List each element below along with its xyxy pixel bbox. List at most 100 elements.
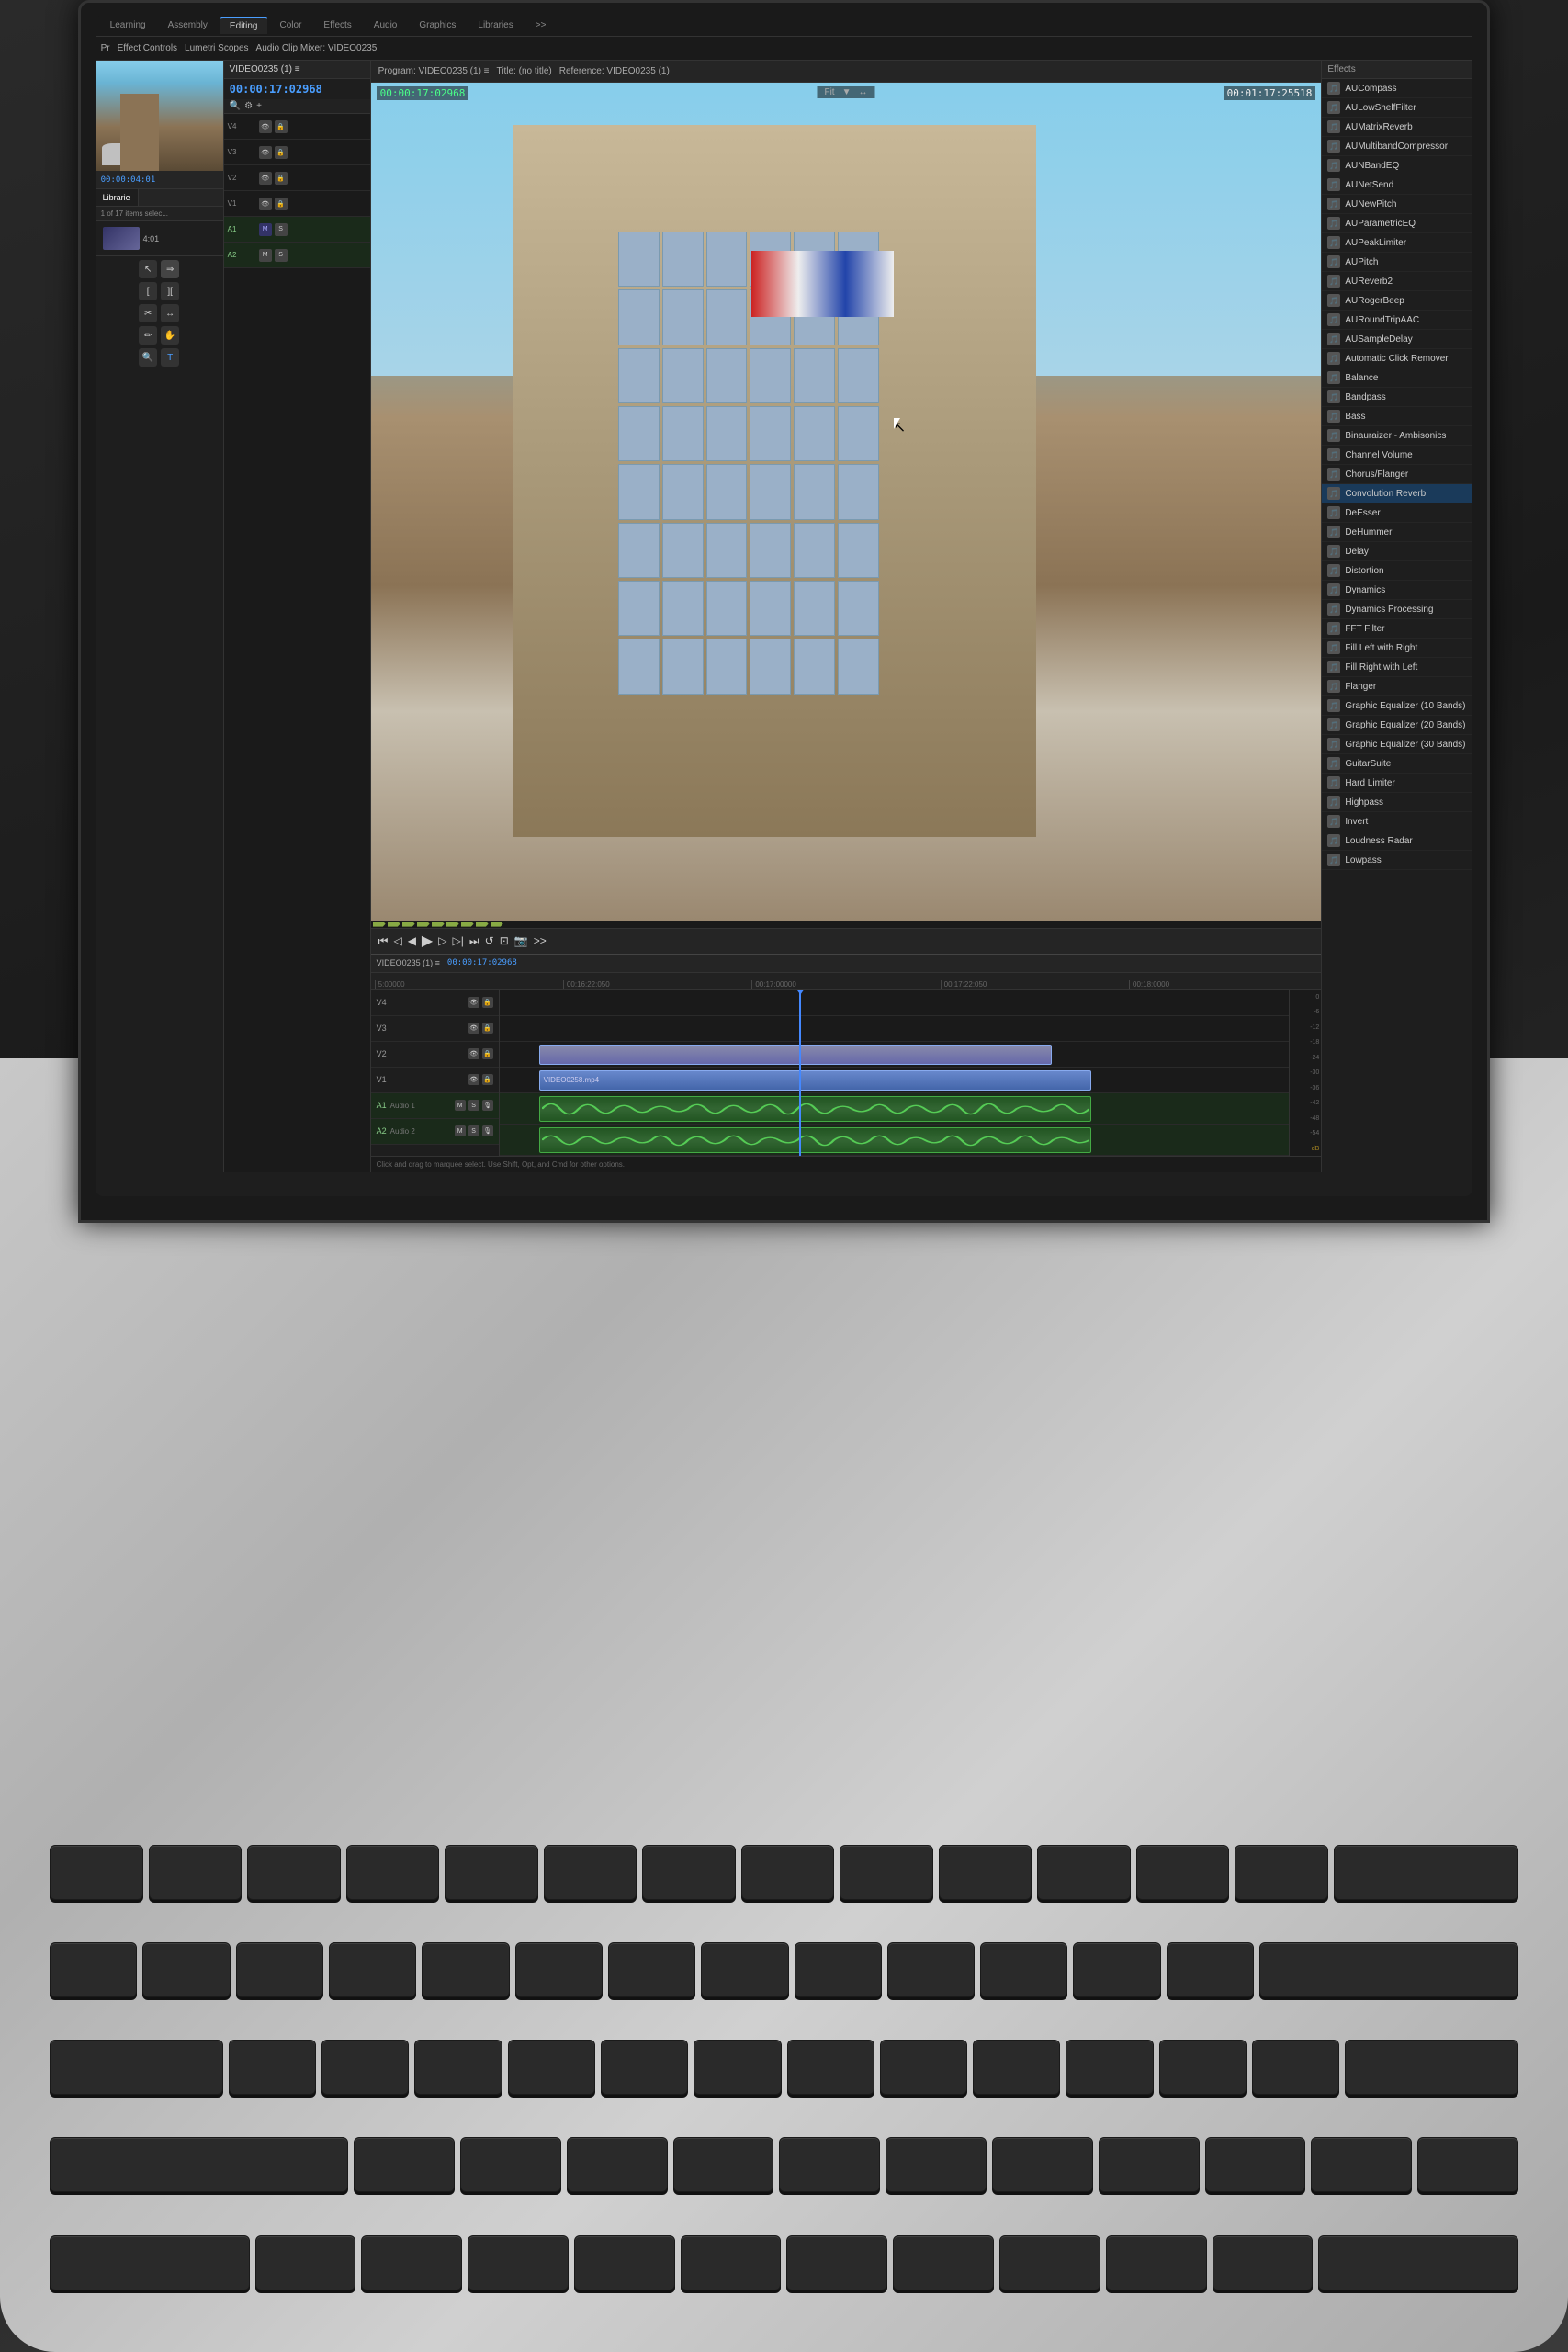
tab-audio[interactable]: Audio: [365, 17, 407, 33]
key-8[interactable]: [795, 1942, 882, 1997]
key-k[interactable]: [1099, 2137, 1200, 2192]
tab-libraries[interactable]: Libraries: [468, 17, 522, 33]
effect-aureverb2[interactable]: 🎵 AUReverb2: [1322, 272, 1472, 291]
key-backspace[interactable]: [1259, 1942, 1518, 1997]
tl-a2-s[interactable]: S: [468, 1125, 479, 1136]
ctrl-step-fwd[interactable]: ▷|: [452, 934, 463, 947]
effect-aulowshelf[interactable]: 🎵 AULowShelfFilter: [1322, 98, 1472, 118]
effect-distortion[interactable]: 🎵 Distortion: [1322, 561, 1472, 581]
v4-lock[interactable]: 🔒: [275, 120, 288, 133]
tab-assembly[interactable]: Assembly: [159, 17, 217, 33]
tab-effects[interactable]: Effects: [314, 17, 360, 33]
key-0[interactable]: [980, 1942, 1067, 1997]
effect-auroundtrip[interactable]: 🎵 AURoundTripAAC: [1322, 311, 1472, 330]
effect-controls-tab[interactable]: Effect Controls: [118, 43, 177, 53]
effect-dynproc[interactable]: 🎵 Dynamics Processing: [1322, 600, 1472, 619]
key-1[interactable]: [142, 1942, 230, 1997]
key-power[interactable]: [1334, 1845, 1518, 1900]
v2-eye[interactable]: 👁: [259, 172, 272, 185]
key-a[interactable]: [354, 2137, 455, 2192]
ctrl-play[interactable]: ▶: [422, 932, 433, 950]
v1-lock[interactable]: 🔒: [275, 198, 288, 210]
ripple-edit-tool[interactable]: [: [139, 282, 157, 300]
v3-eye[interactable]: 👁: [259, 146, 272, 159]
key-comma[interactable]: [999, 2235, 1100, 2290]
key-semicolon[interactable]: [1311, 2137, 1412, 2192]
key-s[interactable]: [460, 2137, 561, 2192]
effect-deesser[interactable]: 🎵 DeEsser: [1322, 503, 1472, 523]
effect-ausampledelay[interactable]: 🎵 AUSampleDelay: [1322, 330, 1472, 349]
media-browser-tab[interactable]: Librarie: [96, 189, 139, 206]
slip-tool[interactable]: ↔: [161, 304, 179, 322]
key-f1[interactable]: [149, 1845, 243, 1900]
tl-v2-lock[interactable]: 🔒: [482, 1048, 493, 1059]
v2-lock[interactable]: 🔒: [275, 172, 288, 185]
key-n[interactable]: [786, 2235, 887, 2290]
key-p[interactable]: [1066, 2040, 1153, 2095]
text-tool[interactable]: T: [161, 348, 179, 367]
effect-fillright[interactable]: 🎵 Fill Right with Left: [1322, 658, 1472, 677]
key-x[interactable]: [361, 2235, 462, 2290]
tl-v1-eye[interactable]: 👁: [468, 1074, 479, 1085]
key-z[interactable]: [255, 2235, 356, 2290]
effect-geq20[interactable]: 🎵 Graphic Equalizer (20 Bands): [1322, 716, 1472, 735]
media-item-1[interactable]: 4:01: [99, 225, 220, 252]
ctrl-step-back[interactable]: ◁: [393, 934, 401, 947]
tl-a1-m[interactable]: M: [455, 1100, 466, 1111]
effect-bass[interactable]: 🎵 Bass: [1322, 407, 1472, 426]
key-o[interactable]: [973, 2040, 1060, 2095]
key-c[interactable]: [468, 2235, 569, 2290]
effect-aunetsend[interactable]: 🎵 AUNetSend: [1322, 175, 1472, 195]
ctrl-safe-margins[interactable]: ⊡: [500, 934, 509, 947]
track-select-tool[interactable]: ⇒: [161, 260, 179, 278]
a2-m[interactable]: M: [259, 249, 272, 262]
key-slash[interactable]: [1213, 2235, 1314, 2290]
key-f[interactable]: [673, 2137, 774, 2192]
key-v[interactable]: [574, 2235, 675, 2290]
key-y[interactable]: [694, 2040, 781, 2095]
v2-clip[interactable]: [539, 1045, 1053, 1065]
effect-binaural[interactable]: 🎵 Binauraizer - Ambisonics: [1322, 426, 1472, 446]
key-u[interactable]: [787, 2040, 874, 2095]
key-return[interactable]: [1345, 2040, 1518, 2095]
key-h[interactable]: [886, 2137, 987, 2192]
timeline-timecode[interactable]: 00:00:17:02968: [447, 958, 517, 967]
key-5[interactable]: [515, 1942, 603, 1997]
tl-a1-s[interactable]: S: [468, 1100, 479, 1111]
key-f2[interactable]: [247, 1845, 341, 1900]
effect-aupitch[interactable]: 🎵 AUPitch: [1322, 253, 1472, 272]
effect-aupeaklimiter[interactable]: 🎵 AUPeakLimiter: [1322, 233, 1472, 253]
key-shift-left[interactable]: [50, 2235, 250, 2290]
key-f3[interactable]: [346, 1845, 440, 1900]
key-f9[interactable]: [939, 1845, 1032, 1900]
effect-dynamics[interactable]: 🎵 Dynamics: [1322, 581, 1472, 600]
effect-aumulti[interactable]: 🎵 AUMultibandCompressor: [1322, 137, 1472, 156]
a2-audio-clip[interactable]: [539, 1127, 1092, 1153]
tl-a2-mic[interactable]: 🎙: [482, 1125, 493, 1136]
tab-editing[interactable]: Editing: [220, 17, 267, 34]
effect-filleft[interactable]: 🎵 Fill Left with Right: [1322, 639, 1472, 658]
key-tab[interactable]: [50, 2040, 223, 2095]
tl-v2-eye[interactable]: 👁: [468, 1048, 479, 1059]
key-shift-right[interactable]: [1318, 2235, 1518, 2290]
tl-v3-lock[interactable]: 🔒: [482, 1023, 493, 1034]
effect-aunewpitch[interactable]: 🎵 AUNewPitch: [1322, 195, 1472, 214]
key-period[interactable]: [1106, 2235, 1207, 2290]
ctrl-more[interactable]: >>: [534, 934, 547, 947]
tl-v1-lock[interactable]: 🔒: [482, 1074, 493, 1085]
effect-geq10[interactable]: 🎵 Graphic Equalizer (10 Bands): [1322, 696, 1472, 716]
key-2[interactable]: [236, 1942, 323, 1997]
ctrl-play-fwd[interactable]: ▷: [438, 934, 446, 947]
key-bracket-right[interactable]: [1252, 2040, 1339, 2095]
key-caps[interactable]: [50, 2137, 348, 2192]
effect-bandpass[interactable]: 🎵 Bandpass: [1322, 388, 1472, 407]
effect-lowpass[interactable]: 🎵 Lowpass: [1322, 851, 1472, 870]
audio-clip-mixer-tab[interactable]: Audio Clip Mixer: VIDEO0235: [256, 43, 378, 53]
key-f6[interactable]: [642, 1845, 736, 1900]
key-6[interactable]: [608, 1942, 695, 1997]
tab-graphics[interactable]: Graphics: [410, 17, 465, 33]
selection-tool[interactable]: ↖: [139, 260, 157, 278]
key-f5[interactable]: [544, 1845, 637, 1900]
effect-guitarsuite[interactable]: 🎵 GuitarSuite: [1322, 754, 1472, 774]
key-f4[interactable]: [445, 1845, 538, 1900]
